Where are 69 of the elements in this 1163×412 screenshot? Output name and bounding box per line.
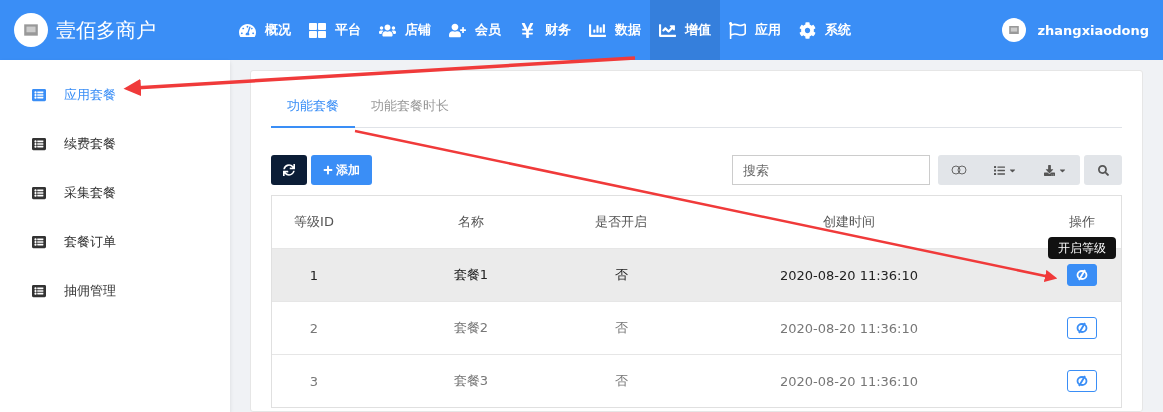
- table-cell-text: 套餐3: [452, 372, 490, 390]
- table-cell-text: 2020-08-20 11:36:10: [778, 373, 920, 389]
- line-chart-icon: [659, 21, 676, 39]
- sidebar-item[interactable]: 采集套餐: [0, 168, 230, 217]
- nav-item[interactable]: 店铺: [370, 0, 440, 60]
- sidebar-item[interactable]: 应用套餐: [0, 70, 230, 119]
- column-header: 创建时间: [822, 213, 876, 231]
- nav-item[interactable]: 数据: [580, 0, 650, 60]
- add-button[interactable]: 添加: [311, 155, 372, 185]
- nav-item[interactable]: 增值: [650, 0, 720, 60]
- table-cell-text: 1: [308, 267, 320, 283]
- export-button[interactable]: [1030, 155, 1080, 185]
- enable-button[interactable]: [1066, 370, 1097, 392]
- download-icon: [1043, 164, 1055, 176]
- document-icon: [32, 87, 46, 102]
- flag-icon: [729, 21, 746, 39]
- table-cell-text: 2: [308, 320, 320, 336]
- avatar-icon: [14, 13, 48, 47]
- refresh-button[interactable]: [271, 155, 307, 185]
- bar-chart-icon: [589, 21, 606, 39]
- toggle-button[interactable]: [938, 155, 980, 185]
- ring-icon: [1075, 322, 1088, 334]
- column-header: 操作: [1067, 213, 1096, 231]
- table-cell-text: 2020-08-20 11:36:10: [778, 320, 920, 336]
- nav-item[interactable]: 财务: [510, 0, 580, 60]
- gauge-icon: [239, 21, 256, 39]
- sidebar-item[interactable]: 抽佣管理: [0, 266, 230, 315]
- refresh-icon: [283, 164, 295, 176]
- nav-item[interactable]: 概况: [230, 0, 300, 60]
- table-cell-text: 3: [308, 373, 320, 389]
- search-icon: [1097, 164, 1109, 176]
- table-cell-text: 套餐1: [452, 266, 490, 284]
- table-cell-text: 否: [613, 266, 629, 284]
- search-field[interactable]: 搜索: [732, 155, 930, 185]
- document-icon: [32, 136, 46, 151]
- nav-item[interactable]: 系统: [790, 0, 860, 60]
- yen-icon: [519, 21, 536, 39]
- table-cell-text: 套餐2: [452, 319, 490, 337]
- column-header: 等级ID: [293, 213, 335, 231]
- plus-icon: [323, 165, 333, 175]
- tab[interactable]: 功能套餐时长: [355, 91, 465, 128]
- document-icon: [32, 283, 46, 298]
- tab[interactable]: 功能套餐: [271, 91, 355, 128]
- column-header: 是否开启: [594, 213, 648, 231]
- table-cell-text: 2020-08-20 11:36:10: [778, 267, 920, 283]
- toggle-icon: [951, 165, 967, 175]
- ring-icon: [1075, 269, 1088, 281]
- sidebar-item[interactable]: 续费套餐: [0, 119, 230, 168]
- nav-item[interactable]: 应用: [720, 0, 790, 60]
- search-button[interactable]: [1084, 155, 1122, 185]
- gear-icon: [799, 21, 816, 39]
- user-plus-icon: [449, 21, 466, 39]
- ring-icon: [1075, 375, 1088, 387]
- sidebar-item[interactable]: 套餐订单: [0, 217, 230, 266]
- table-cell-text: 否: [613, 372, 629, 390]
- enable-button[interactable]: [1066, 264, 1097, 286]
- user-name[interactable]: zhangxiaodong: [1037, 22, 1149, 38]
- grid-icon: [309, 21, 326, 39]
- table-cell-text: 否: [613, 319, 629, 337]
- enable-button[interactable]: [1066, 317, 1097, 339]
- list-icon: [993, 164, 1005, 176]
- tooltip: 开启等级: [1047, 237, 1116, 259]
- brand-name: 壹佰多商户: [56, 16, 156, 44]
- avatar-icon: [1001, 18, 1026, 42]
- nav-item[interactable]: 会员: [440, 0, 510, 60]
- nav-item[interactable]: 平台: [300, 0, 370, 60]
- document-icon: [32, 234, 46, 249]
- column-header: 名称: [457, 213, 485, 231]
- document-icon: [32, 185, 46, 200]
